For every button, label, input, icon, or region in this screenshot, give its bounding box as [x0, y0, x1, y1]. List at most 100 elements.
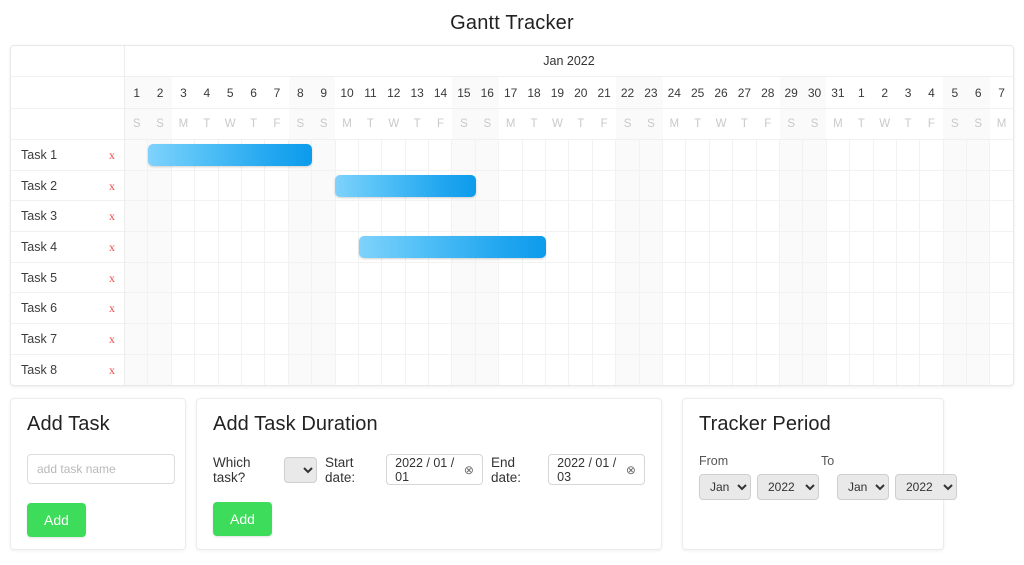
timeline-cell — [710, 170, 734, 201]
timeline-cell — [757, 354, 780, 385]
delete-task-icon[interactable]: x — [109, 149, 115, 161]
timeline-cell — [312, 170, 336, 201]
which-task-select[interactable] — [283, 456, 318, 483]
gantt-bar[interactable] — [358, 236, 546, 259]
start-date-value: 2022 / 01 / 01 — [395, 455, 455, 484]
task-name-label: Task 7 — [21, 331, 58, 346]
timeline-cell — [827, 140, 851, 170]
timeline-cell — [219, 293, 242, 324]
timeline-cell — [990, 140, 1012, 170]
timeline-cell — [242, 262, 266, 293]
timeline-row — [125, 293, 1013, 325]
delete-task-icon[interactable]: x — [109, 180, 115, 192]
timeline-cell — [452, 293, 476, 324]
timeline-cell — [429, 354, 453, 385]
add-task-button[interactable]: Add — [27, 503, 86, 537]
timeline-cell — [593, 140, 617, 170]
delete-task-icon[interactable]: x — [109, 302, 115, 314]
timeline-cell — [803, 262, 827, 293]
day-number-cell: 1 — [125, 77, 149, 108]
timeline-cell — [359, 324, 383, 354]
timeline-cell — [639, 140, 663, 170]
timeline-cell — [546, 293, 570, 324]
add-task-title: Add Task — [27, 413, 110, 435]
clear-icon[interactable]: ⊗ — [464, 464, 474, 476]
timeline-cell — [172, 293, 196, 324]
delete-task-icon[interactable]: x — [109, 333, 115, 345]
task-name-input[interactable] — [27, 454, 175, 484]
timeline-cell — [265, 354, 289, 385]
from-month-select[interactable]: JanFebMarAprMayJunJulAugSepOctNovDec — [699, 474, 751, 500]
timeline-cell — [593, 354, 617, 385]
timeline-cell — [757, 140, 780, 170]
gantt-bar[interactable] — [335, 175, 476, 198]
day-number-cell: 2 — [881, 85, 889, 100]
task-col-weekday-spacer — [11, 109, 124, 140]
timeline-cell — [779, 354, 804, 385]
timeline-cell — [523, 324, 547, 354]
day-number-cell: 23 — [639, 77, 663, 108]
timeline-cell — [125, 140, 149, 170]
timeline-cell — [569, 232, 593, 262]
timeline-cell — [523, 354, 547, 385]
timeline-cell — [593, 170, 617, 201]
start-date-input[interactable]: 2022 / 01 / 01 ⊗ — [386, 454, 483, 485]
add-duration-button[interactable]: Add — [213, 502, 272, 536]
task-name-label: Task 5 — [21, 270, 58, 285]
timeline-cell — [569, 170, 593, 201]
timeline-cell — [148, 293, 172, 324]
timeline-cell — [406, 140, 430, 170]
end-date-input[interactable]: 2022 / 01 / 03 ⊗ — [548, 454, 645, 485]
timeline-cell — [639, 262, 663, 293]
timeline-cell — [757, 293, 780, 324]
add-task-duration-panel: Add Task Duration Which task? Start date… — [196, 398, 662, 550]
delete-task-icon[interactable]: x — [109, 210, 115, 222]
to-month-select[interactable]: JanFebMarAprMayJunJulAugSepOctNovDec — [837, 474, 889, 500]
timeline-cell — [312, 324, 336, 354]
weekday-letter-cell: T — [740, 118, 748, 130]
timeline-cell — [757, 170, 780, 201]
task-row: Task 6 x — [11, 293, 124, 325]
weekday-letter-cell: T — [413, 118, 421, 130]
clear-icon[interactable]: ⊗ — [626, 464, 636, 476]
timeline-cell — [265, 324, 289, 354]
day-number-cell: 1 — [857, 85, 865, 100]
timeline-cell — [757, 232, 780, 262]
timeline-cell — [827, 324, 851, 354]
timeline-cell — [195, 170, 219, 201]
task-name-label: Task 6 — [21, 301, 58, 316]
start-date-label: Start date: — [325, 454, 356, 485]
day-number-cell: 26 — [714, 85, 728, 100]
delete-task-icon[interactable]: x — [109, 241, 115, 253]
delete-task-icon[interactable]: x — [109, 364, 115, 376]
bottom-panels: Add Task Add Add Task Duration Which tas… — [10, 398, 1014, 550]
to-year-select[interactable]: 202120222023 — [895, 474, 957, 500]
from-year-select[interactable]: 202120222023 — [757, 474, 819, 500]
timeline-cell — [990, 171, 1012, 201]
timeline-cell — [827, 293, 851, 324]
day-number-cell: 20 — [574, 85, 588, 100]
day-number-cell: 14 — [433, 85, 448, 100]
timeline-cell — [475, 201, 500, 232]
gantt-bar[interactable] — [148, 144, 312, 167]
timeline-cell — [148, 170, 172, 201]
timeline-cell — [686, 232, 710, 262]
timeline-cell — [219, 262, 242, 293]
end-date-label: End date: — [490, 454, 521, 485]
tracker-period-title: Tracker Period — [699, 413, 831, 435]
weekday-letter-cell: W — [552, 118, 563, 130]
timeline-cell — [663, 201, 687, 232]
timeline-cell — [616, 324, 640, 354]
timeline-cell — [663, 170, 687, 201]
timeline-cell — [195, 201, 219, 232]
timeline-cell — [148, 201, 172, 232]
day-number-cell: 6 — [250, 85, 257, 100]
timeline-cell — [733, 354, 757, 385]
weekday-letter-cell: F — [764, 118, 772, 130]
delete-task-icon[interactable]: x — [109, 272, 115, 284]
weekday-letter-cell: W — [879, 118, 891, 130]
timeline-cell — [312, 262, 336, 293]
timeline-cell — [663, 262, 687, 293]
timeline-cell — [429, 201, 453, 232]
timeline-row — [125, 170, 1013, 202]
